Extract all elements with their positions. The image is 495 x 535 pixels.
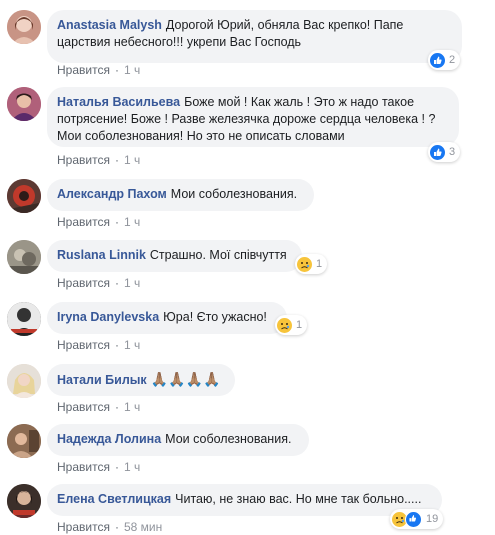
sad-reaction-icon (297, 256, 312, 272)
separator-dot: · (114, 153, 119, 167)
comment-text: Мои соболезнования. (165, 432, 292, 446)
comment-bubble: Ruslana Linnik Страшно. Мої співчуття (47, 240, 302, 272)
comment-time[interactable]: 1 ч (124, 276, 140, 290)
comment-bubble: Anastasia Malysh Дорогой Юрий, обняла Вас… (47, 10, 462, 63)
avatar[interactable] (7, 424, 41, 458)
like-link[interactable]: Нравится (57, 338, 110, 352)
like-link[interactable]: Нравится (57, 520, 110, 534)
comment-actions: Нравится · 1 ч (57, 460, 140, 474)
comment-author[interactable]: Натали Билык (57, 373, 147, 387)
like-reaction-icon (405, 510, 422, 528)
comment-text: Мои соболезнования. (170, 187, 298, 201)
like-link[interactable]: Нравится (57, 400, 110, 414)
avatar[interactable] (7, 10, 41, 44)
reaction-count: 1 (316, 258, 323, 270)
comment-actions: Нравится · 58 мин (57, 520, 162, 534)
comment-bubble: Надежда Лолина Мои соболезнования. (47, 424, 309, 456)
comment-text: Страшно. Мої співчуття (149, 248, 287, 262)
avatar[interactable] (7, 302, 41, 336)
reaction-summary[interactable]: 3 (428, 142, 461, 162)
comment-author[interactable]: Александр Пахом (57, 187, 167, 201)
comment-author[interactable]: Ruslana Linnik (57, 248, 146, 262)
avatar[interactable] (7, 87, 41, 121)
comment-bubble: Александр Пахом Мои соболезнования. (47, 179, 314, 211)
sad-reaction-icon (277, 317, 292, 333)
like-reaction-icon (430, 144, 445, 160)
like-link[interactable]: Нравится (57, 215, 110, 229)
separator-dot: · (114, 400, 119, 414)
comment-time[interactable]: 1 ч (124, 215, 140, 229)
reaction-summary[interactable]: 2 (428, 50, 461, 70)
reaction-count: 1 (296, 319, 303, 331)
like-link[interactable]: Нравится (57, 153, 110, 167)
avatar[interactable] (7, 240, 41, 274)
like-link[interactable]: Нравится (57, 63, 110, 77)
reaction-summary[interactable]: 19 (390, 509, 444, 529)
comment-time[interactable]: 1 ч (124, 63, 140, 77)
comment-bubble: Наталья Васильева Боже мой ! Как жаль ! Э… (47, 87, 459, 147)
avatar[interactable] (7, 484, 41, 518)
comment-actions: Нравится · 1 ч (57, 153, 140, 167)
comment-time[interactable]: 1 ч (124, 460, 140, 474)
reaction-count: 19 (426, 513, 439, 525)
comment-time[interactable]: 1 ч (124, 338, 140, 352)
like-reaction-icon (430, 52, 445, 68)
separator-dot: · (114, 215, 119, 229)
comment-actions: Нравится · 1 ч (57, 400, 140, 414)
comment-author[interactable]: Надежда Лолина (57, 432, 161, 446)
reaction-count: 2 (449, 54, 456, 66)
comment-author[interactable]: Iryna Danylevska (57, 310, 159, 324)
comment-author[interactable]: Anastasia Malysh (57, 18, 162, 32)
avatar[interactable] (7, 364, 41, 398)
comment-author[interactable]: Елена Светлицкая (57, 492, 171, 506)
separator-dot: · (114, 276, 119, 290)
comment-actions: Нравится · 1 ч (57, 63, 140, 77)
avatar[interactable] (7, 179, 41, 213)
separator-dot: · (114, 338, 119, 352)
comment-time[interactable]: 1 ч (124, 400, 140, 414)
reaction-summary[interactable]: 1 (275, 315, 308, 335)
reaction-summary[interactable]: 1 (295, 254, 328, 274)
comment-actions: Нравится · 1 ч (57, 215, 140, 229)
like-link[interactable]: Нравится (57, 460, 110, 474)
comment-text: Юра! Єто ужасно! (163, 310, 267, 324)
comment-bubble: Натали Билык 🙏🏽🙏🏽🙏🏽🙏🏽 (47, 364, 235, 396)
comment-author[interactable]: Наталья Васильева (57, 95, 180, 109)
comment-actions: Нравится · 1 ч (57, 338, 140, 352)
comment-bubble: Iryna Danylevska Юра! Єто ужасно! (47, 302, 287, 334)
like-link[interactable]: Нравится (57, 276, 110, 290)
comment-text: 🙏🏽🙏🏽🙏🏽🙏🏽 (150, 371, 221, 387)
comment-time[interactable]: 1 ч (124, 153, 140, 167)
comment-text: Читаю, не знаю вас. Но мне так больно...… (175, 492, 422, 506)
comment-actions: Нравится · 1 ч (57, 276, 140, 290)
separator-dot: · (114, 460, 119, 474)
comment-time[interactable]: 58 мин (124, 520, 162, 534)
reaction-count: 3 (449, 146, 456, 158)
separator-dot: · (114, 63, 119, 77)
comment-bubble: Елена Светлицкая Читаю, не знаю вас. Но м… (47, 484, 442, 516)
separator-dot: · (114, 520, 119, 534)
